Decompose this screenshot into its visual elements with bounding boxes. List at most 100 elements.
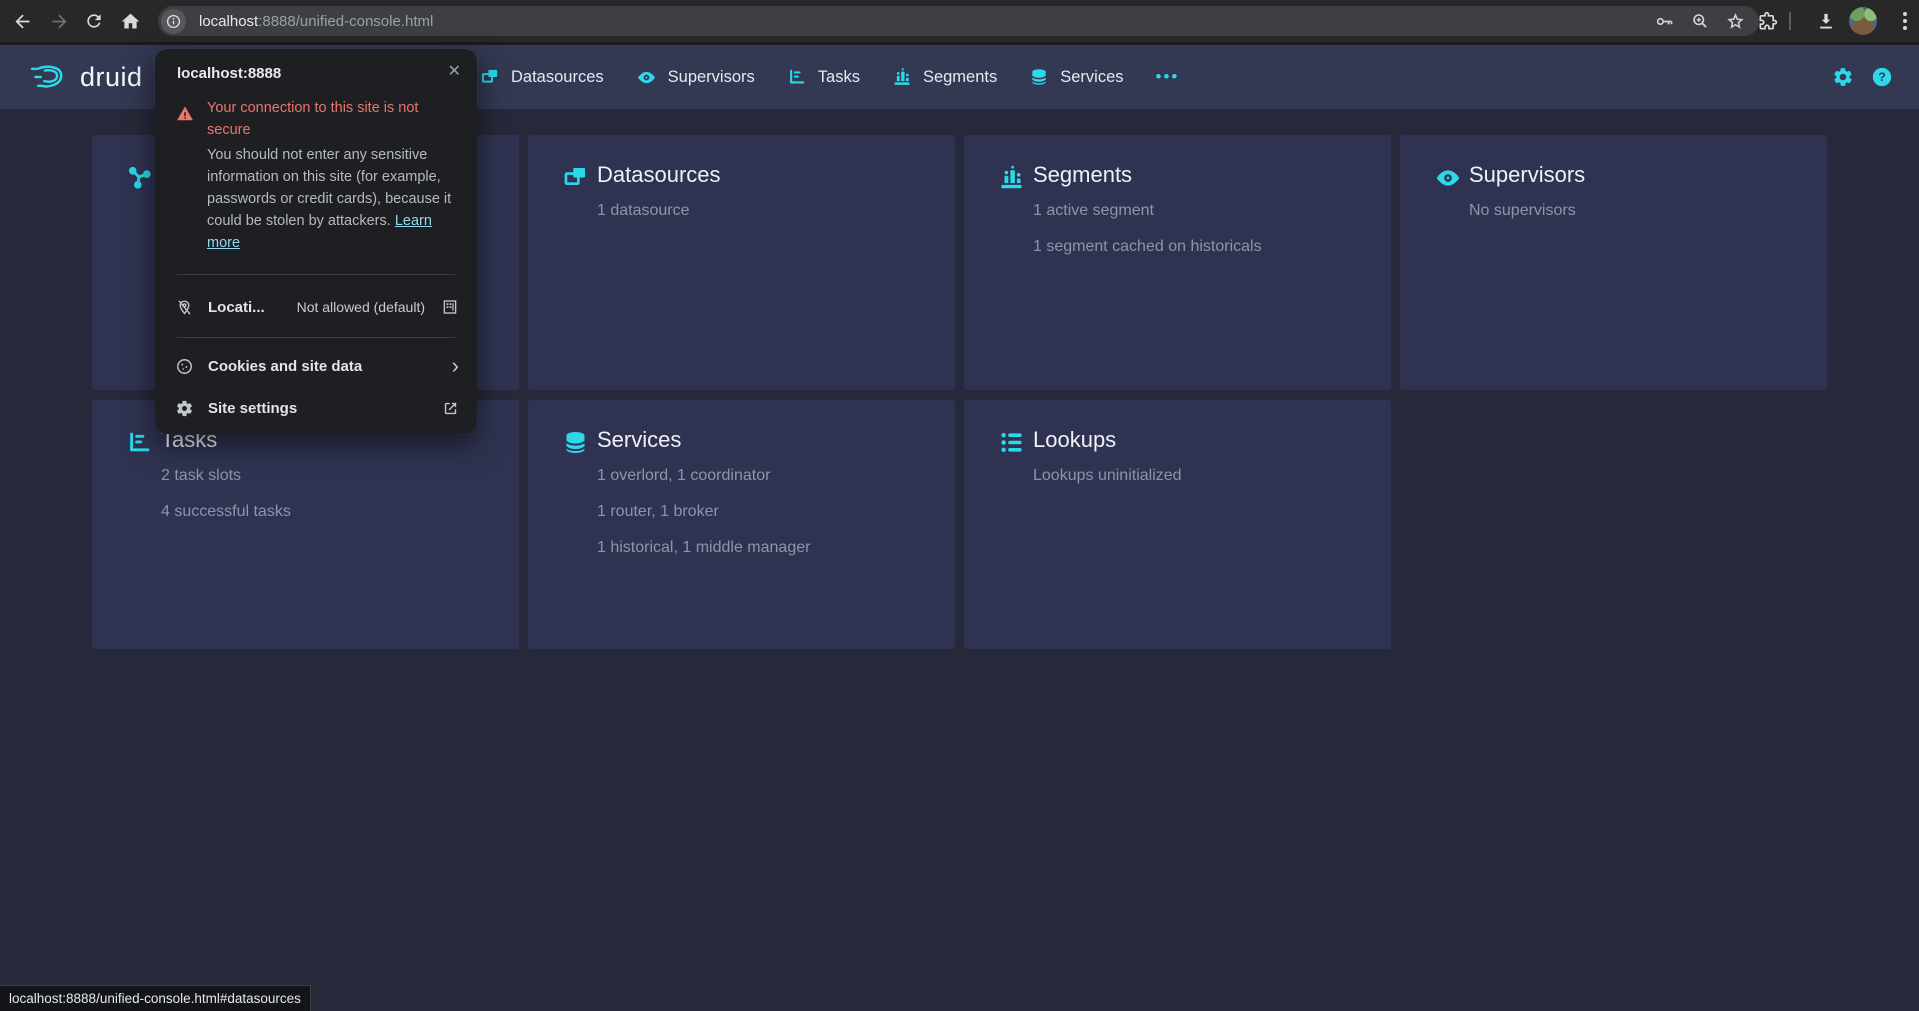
home-icon [120,11,141,32]
url-host: localhost [199,13,258,30]
card-title: Lookups [1033,427,1116,453]
cookie-icon [175,357,194,376]
card-line: 1 overlord, 1 coordinator [597,458,810,494]
gear-icon [1832,66,1854,88]
datasources-icon [480,67,500,87]
divider [177,337,455,338]
services-icon [1029,67,1049,87]
card-line: 2 task slots [161,458,291,494]
nav-supervisors[interactable]: Supervisors [636,67,755,88]
popup-title: localhost:8888 [177,65,281,82]
kebab-menu-icon [1903,12,1907,30]
star-icon [1725,11,1746,32]
card-title: Datasources [597,162,721,188]
back-button[interactable] [6,5,38,37]
close-icon[interactable]: ✕ [448,61,461,81]
url-path: :8888/unified-console.html [258,13,433,30]
location-permission-row[interactable]: Locati... Not allowed (default) [175,289,459,325]
help-icon: ? [1871,66,1893,88]
segments-icon [998,164,1025,191]
druid-logo-icon [30,62,68,92]
card-title: Services [597,427,681,453]
reload-button[interactable] [78,5,110,37]
settings-gear-button[interactable] [1832,66,1854,88]
status-tooltip: localhost:8888/unified-console.html#data… [0,985,311,1011]
embedded-site-icon [441,298,459,316]
key-icon [1654,11,1675,32]
downloads-button[interactable] [1810,5,1842,37]
card-lines: 2 task slots 4 successful tasks [161,458,291,530]
warning-icon [175,104,195,124]
bookmark-star-button[interactable] [1725,11,1746,32]
svg-text:?: ? [1878,70,1886,84]
profile-avatar[interactable] [1849,7,1877,35]
card-line: 1 router, 1 broker [597,494,810,530]
card-lines: 1 active segment 1 segment cached on his… [1033,193,1262,265]
popup-body: You should not enter any sensitive infor… [207,144,459,254]
nav-label: Datasources [511,68,604,87]
info-icon [165,13,182,30]
graph-icon [126,164,153,191]
zoom-button[interactable] [1690,11,1710,31]
settings-gear-icon [175,399,194,418]
card-services[interactable]: Services 1 overlord, 1 coordinator 1 rou… [528,400,955,649]
card-line: 1 historical, 1 middle manager [597,530,810,566]
toolbar-edge [0,42,1919,45]
tasks-icon [787,67,807,87]
card-datasources[interactable]: Datasources 1 datasource [528,135,955,390]
nav-more-button[interactable]: ••• [1156,67,1180,87]
download-icon [1816,11,1836,31]
forward-icon [49,11,70,32]
eye-icon [1434,164,1461,191]
nav-items: Datasources Supervisors Tasks Segments [480,45,1179,109]
card-tasks[interactable]: Tasks 2 task slots 4 successful tasks [92,400,519,649]
open-in-new-icon [442,400,459,417]
nav-label: Segments [923,68,997,87]
card-line: 1 active segment [1033,193,1262,229]
extensions-puzzle-icon [1758,11,1778,31]
browser-toolbar: localhost:8888/unified-console.html [0,0,1919,42]
card-title: Segments [1033,162,1132,188]
warning-text: Your connection to this site is not secu… [207,97,441,141]
lookups-list-icon [998,429,1025,456]
tasks-icon [126,429,153,456]
navbar-actions: ? [1832,45,1893,109]
omnibox-actions [1654,11,1759,32]
help-button[interactable]: ? [1871,66,1893,88]
nav-services[interactable]: Services [1029,67,1123,87]
back-icon [12,11,33,32]
address-bar[interactable]: localhost:8888/unified-console.html [158,6,1759,36]
home-button[interactable] [114,5,146,37]
card-line: 4 successful tasks [161,494,291,530]
password-key-button[interactable] [1654,11,1675,32]
nav-datasources[interactable]: Datasources [480,67,604,87]
nav-label: Tasks [818,68,860,87]
zoom-in-icon [1690,11,1710,31]
druid-logo[interactable]: druid [30,45,143,109]
nav-tasks[interactable]: Tasks [787,67,860,87]
nav-segments[interactable]: Segments [892,67,997,87]
cookies-row[interactable]: Cookies and site data › [175,348,459,384]
card-line: 1 datasource [597,193,690,229]
site-info-button[interactable] [161,9,186,34]
card-lines: No supervisors [1469,193,1576,229]
datasources-icon [562,164,589,191]
site-info-popup: localhost:8888 ✕ Your connection to this… [155,49,477,434]
browser-menu-button[interactable] [1889,5,1919,37]
chevron-right-icon: › [452,357,459,375]
card-line: No supervisors [1469,193,1576,229]
location-off-icon [175,298,194,317]
card-lines: Lookups uninitialized [1033,458,1182,494]
nav-label: Services [1060,68,1123,87]
site-settings-row[interactable]: Site settings [175,390,459,426]
brand-name: druid [80,62,143,93]
card-supervisors[interactable]: Supervisors No supervisors [1400,135,1827,390]
forward-button[interactable] [43,5,75,37]
card-segments[interactable]: Segments 1 active segment 1 segment cach… [964,135,1391,390]
card-line: Lookups uninitialized [1033,458,1182,494]
segments-icon [892,67,912,87]
permission-label: Locati... [208,299,265,316]
card-lookups[interactable]: Lookups Lookups uninitialized [964,400,1391,649]
toolbar-separator [1789,12,1791,30]
url-text: localhost:8888/unified-console.html [199,13,433,30]
